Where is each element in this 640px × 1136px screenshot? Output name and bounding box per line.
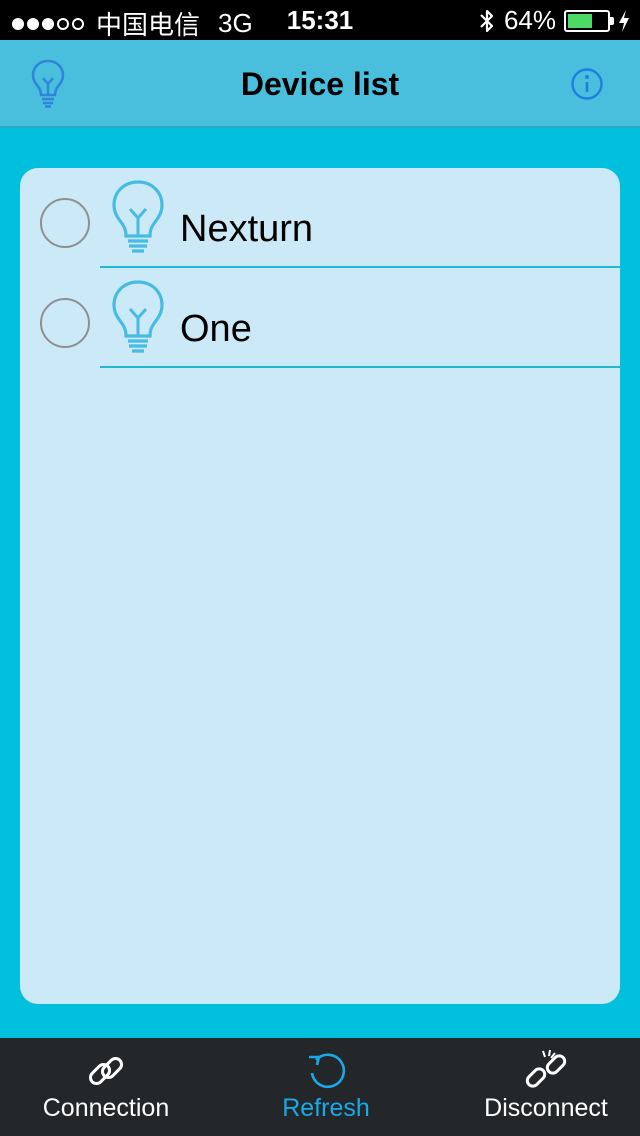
device-name: Nexturn bbox=[180, 208, 314, 250]
info-icon[interactable] bbox=[570, 67, 604, 101]
status-bar: 中国电信 3G 15:31 64% bbox=[0, 0, 640, 40]
bluetooth-icon bbox=[480, 9, 494, 32]
device-row[interactable]: One bbox=[20, 268, 620, 368]
tab-disconnect[interactable]: Disconnect bbox=[440, 1038, 640, 1136]
link-icon bbox=[88, 1056, 124, 1086]
device-list: Nexturn One bbox=[20, 168, 620, 1004]
battery-icon bbox=[564, 9, 614, 32]
tab-bar: Connection Refresh Disconnect bbox=[0, 1038, 640, 1136]
tab-connection[interactable]: Connection bbox=[0, 1038, 212, 1136]
device-name: One bbox=[180, 308, 252, 350]
charging-icon bbox=[619, 9, 629, 32]
device-select-radio[interactable] bbox=[40, 298, 90, 348]
tab-label: Disconnect bbox=[484, 1094, 608, 1122]
lightbulb-icon bbox=[112, 180, 164, 253]
battery-percent: 64% bbox=[503, 5, 556, 35]
tab-refresh[interactable]: Refresh bbox=[220, 1038, 432, 1136]
page-title: Device list bbox=[240, 66, 400, 102]
refresh-icon bbox=[309, 1053, 346, 1089]
device-select-radio[interactable] bbox=[40, 198, 90, 248]
status-right: 64% bbox=[478, 5, 630, 36]
device-row[interactable]: Nexturn bbox=[20, 168, 620, 268]
tab-label: Connection bbox=[42, 1094, 170, 1122]
nav-bar: Device list bbox=[0, 40, 640, 128]
tab-label: Refresh bbox=[282, 1094, 370, 1122]
lightbulb-icon bbox=[112, 280, 164, 353]
broken-link-icon bbox=[525, 1049, 567, 1088]
row-divider bbox=[100, 366, 620, 368]
